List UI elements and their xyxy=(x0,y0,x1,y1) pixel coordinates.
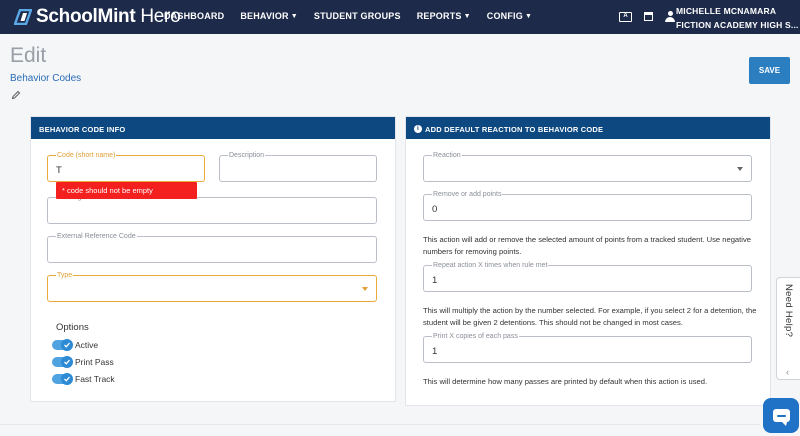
reaction-select[interactable]: Reaction xyxy=(423,151,752,182)
divider xyxy=(0,424,760,425)
user-icon[interactable] xyxy=(665,11,675,22)
toggle-switch[interactable] xyxy=(52,356,73,368)
page-title: Edit xyxy=(10,44,47,67)
info-icon: i xyxy=(414,124,422,133)
panel-header: BEHAVIOR CODE INFO xyxy=(31,117,395,139)
pencil-icon[interactable] xyxy=(11,87,21,100)
chevron-left-icon: ‹ xyxy=(786,367,789,377)
user-name: MICHELLE MCNAMARA xyxy=(676,6,777,16)
check-icon xyxy=(61,339,73,351)
calendar-icon[interactable] xyxy=(644,12,653,21)
caret-down-icon: ▼ xyxy=(524,12,533,20)
option-fast-track[interactable]: Fast Track xyxy=(52,373,115,385)
code-field[interactable]: Code (short name) T xyxy=(47,151,205,182)
points-help-text: This action will add or remove the selec… xyxy=(423,235,751,256)
chat-icon xyxy=(772,409,790,426)
message-field[interactable]: Message on Pass xyxy=(47,193,377,224)
chevron-down-icon xyxy=(737,167,743,171)
toggle-switch[interactable] xyxy=(52,339,73,351)
need-help-tab[interactable]: Need Help? ‹ xyxy=(776,277,800,380)
breadcrumb-behavior-codes[interactable]: Behavior Codes xyxy=(10,73,81,84)
copies-help-text: This will determine how many passes are … xyxy=(423,377,708,386)
check-icon xyxy=(61,356,73,368)
options-title: Options xyxy=(56,322,89,333)
id-card-icon[interactable]: A xyxy=(619,11,632,22)
code-value: T xyxy=(56,165,62,176)
app-logo[interactable]: SchoolMint Hero xyxy=(14,6,181,28)
option-print-pass[interactable]: Print Pass xyxy=(52,356,114,368)
points-field[interactable]: Remove or add points 0 xyxy=(423,190,752,221)
save-button[interactable]: SAVE xyxy=(749,57,790,84)
caret-down-icon: ▼ xyxy=(463,12,471,20)
nav-reports[interactable]: REPORTS ▼ xyxy=(417,11,471,21)
repeat-field[interactable]: Repeat action X times when rule met 1 xyxy=(423,261,752,292)
nav-config[interactable]: CONFIG ▼ xyxy=(487,11,532,21)
nav-student-groups[interactable]: STUDENT GROUPS xyxy=(314,11,401,21)
external-reference-field[interactable]: External Reference Code xyxy=(47,232,377,263)
nav-dashboard[interactable]: DASHBOARD xyxy=(164,11,224,21)
brand-name: SchoolMint xyxy=(36,6,136,27)
code-error-tooltip: * code should not be empty xyxy=(56,182,197,199)
toggle-switch[interactable] xyxy=(52,373,73,385)
type-select[interactable]: Type xyxy=(47,271,377,302)
main-nav: DASHBOARD BEHAVIOR ▼ STUDENT GROUPS REPOR… xyxy=(164,11,548,21)
chevron-down-icon xyxy=(362,287,368,291)
description-field[interactable]: Description xyxy=(219,151,377,182)
chat-button[interactable] xyxy=(763,398,799,433)
nav-behavior[interactable]: BEHAVIOR ▼ xyxy=(240,11,298,21)
top-navbar: SchoolMint Hero DASHBOARD BEHAVIOR ▼ STUD… xyxy=(0,0,800,34)
option-active[interactable]: Active xyxy=(52,339,98,351)
copies-field[interactable]: Print X copies of each pass 1 xyxy=(423,332,752,363)
check-icon xyxy=(61,373,73,385)
logo-icon xyxy=(14,9,32,25)
panel-header: i ADD DEFAULT REACTION TO BEHAVIOR CODE xyxy=(406,117,770,139)
school-name: FICTION ACADEMY HIGH S... xyxy=(676,20,799,30)
caret-down-icon: ▼ xyxy=(290,12,298,20)
user-menu[interactable]: MICHELLE MCNAMARA FICTION ACADEMY HIGH S… xyxy=(676,4,799,32)
repeat-help-text: This will multiply the action by the num… xyxy=(423,306,757,327)
